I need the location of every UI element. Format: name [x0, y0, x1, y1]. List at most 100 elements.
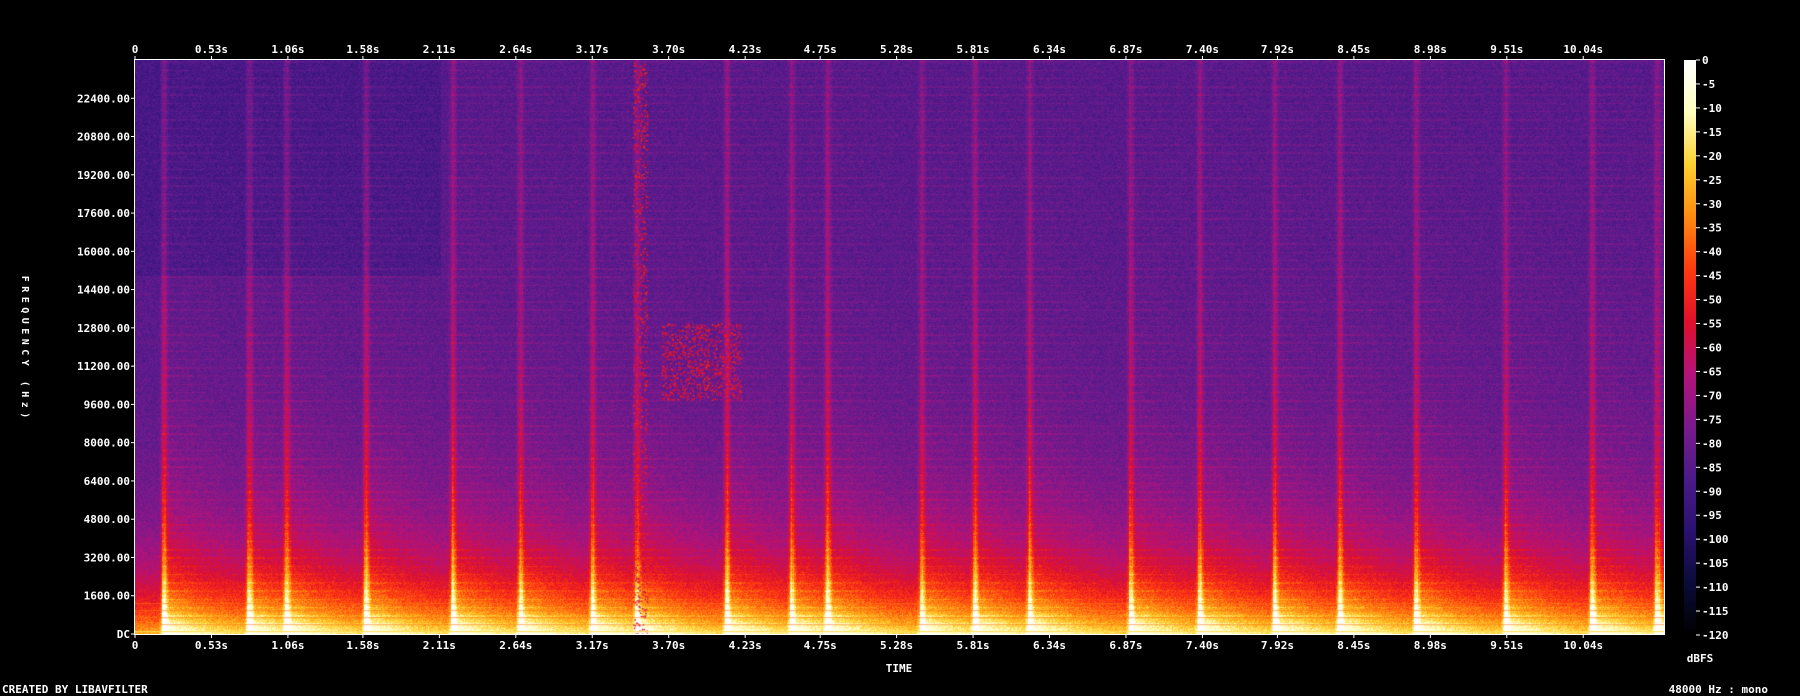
x-tick-label-bottom: 1.06s: [271, 639, 304, 652]
colorbar-tick-label: -20: [1702, 150, 1722, 163]
x-tick-label-bottom: 0: [132, 639, 139, 652]
x-tick-label-top: 0.53s: [195, 43, 228, 56]
y-tick-label: 22400.00: [77, 92, 130, 105]
colorbar-tick-label: -35: [1702, 222, 1722, 235]
colorbar-tick-label: -25: [1702, 174, 1722, 187]
x-tick-label-bottom: 2.64s: [499, 639, 532, 652]
x-tick-label-bottom: 3.17s: [576, 639, 609, 652]
x-axis-bottom: 0 0.53s 1.06s 1.58s 2.11s 2.64s 3.17s 3.70s 4.23…: [132, 634, 1603, 652]
y-axis-label-char: E: [19, 297, 30, 303]
colorbar-tick-label: -5: [1702, 78, 1715, 91]
y-axis-label-char: Y: [19, 360, 30, 366]
spectrogram-svg: 0 0.53s 1.06s 1.58s 2.11s 2.64s 3.17s 3.70s 4.23…: [2, 43, 1769, 696]
colorbar-tick-label: -45: [1702, 270, 1722, 283]
colorbar-tick-label: -105: [1702, 557, 1729, 570]
y-tick-label: 16000.00: [77, 245, 130, 258]
colorbar-tick-label: -65: [1702, 365, 1722, 378]
x-tick-label-top: 8.45s: [1337, 43, 1370, 56]
y-tick-label: 19200.00: [77, 169, 130, 182]
x-tick-label-bottom: 0.53s: [195, 639, 228, 652]
x-tick-label-top: 6.34s: [1033, 43, 1066, 56]
x-tick-label-top: 5.28s: [880, 43, 913, 56]
y-axis-label-char: H: [19, 391, 30, 397]
y-axis-label-char: (: [19, 381, 30, 387]
x-tick-label-bottom: 9.51s: [1490, 639, 1523, 652]
colorbar-tick-label: -75: [1702, 413, 1722, 426]
x-axis-label: TIME: [886, 662, 913, 675]
x-tick-label-bottom: 7.40s: [1186, 639, 1219, 652]
colorbar-tick-label: -50: [1702, 294, 1722, 307]
y-axis-label: FREQUENCY (Hz): [19, 276, 30, 419]
x-tick-label-top: 2.11s: [423, 43, 456, 56]
x-tick-label-top: 8.98s: [1414, 43, 1447, 56]
colorbar-label: dBFS: [1687, 652, 1714, 665]
colorbar-tick-label: -80: [1702, 437, 1722, 450]
x-axis-top: 0 0.53s 1.06s 1.58s 2.11s 2.64s 3.17s 3.70s 4.23…: [132, 43, 1603, 60]
colorbar-tick-label: -110: [1702, 581, 1729, 594]
x-tick-label-top: 5.81s: [957, 43, 990, 56]
colorbar-tick-label: -100: [1702, 533, 1729, 546]
spectrogram-chart: 0 0.53s 1.06s 1.58s 2.11s 2.64s 3.17s 3.70s 4.23…: [0, 0, 1800, 696]
x-tick-label-bottom: 6.87s: [1109, 639, 1142, 652]
y-axis-label-char: N: [19, 339, 30, 345]
y-tick-label: 20800.00: [77, 131, 130, 144]
y-tick-label: 17600.00: [77, 207, 130, 220]
colorbar-tick-label: -10: [1702, 102, 1722, 115]
y-axis-label-char: E: [19, 328, 30, 334]
x-tick-label-top: 2.64s: [499, 43, 532, 56]
x-tick-label-bottom: 5.28s: [880, 639, 913, 652]
x-tick-label-bottom: 8.98s: [1414, 639, 1447, 652]
x-tick-label-top: 0: [132, 43, 139, 56]
x-tick-label-top: 9.51s: [1490, 43, 1523, 56]
colorbar-tick-label: -115: [1702, 605, 1729, 618]
colorbar-axis: 0 -5 -10 -15 -20 -25 -30 -35 -40 -45 -50 -55 -60 -65 -…: [1696, 54, 1729, 642]
x-tick-label-bottom: 6.34s: [1033, 639, 1066, 652]
colorbar-tick-label: -55: [1702, 318, 1722, 331]
x-tick-label-top: 7.92s: [1261, 43, 1294, 56]
y-axis-label-char: R: [19, 286, 30, 293]
x-tick-label-top: 3.17s: [576, 43, 609, 56]
y-tick-label: 9600.00: [84, 398, 130, 411]
y-tick-label: 11200.00: [77, 360, 130, 373]
x-tick-label-bottom: 8.45s: [1337, 639, 1370, 652]
x-tick-label-top: 1.58s: [346, 43, 379, 56]
y-axis-label-char: ): [19, 412, 30, 418]
colorbar-tick-label: -60: [1702, 342, 1722, 355]
x-tick-label-bottom: 4.23s: [729, 639, 762, 652]
x-tick-label-top: 4.75s: [804, 43, 837, 56]
x-tick-label-bottom: 5.81s: [957, 639, 990, 652]
y-tick-label: 1600.00: [84, 590, 130, 603]
x-tick-label-bottom: 2.11s: [423, 639, 456, 652]
y-tick-label: 4800.00: [84, 513, 130, 526]
footer-credit: CREATED BY LIBAVFILTER: [2, 683, 148, 696]
y-tick-label: 6400.00: [84, 475, 130, 488]
y-axis-label-char: Q: [19, 307, 30, 313]
colorbar-tick-label: -95: [1702, 509, 1722, 522]
y-axis: DC 1600.00 3200.00 4800.00 6400.00 8000.00 960…: [77, 92, 135, 641]
x-tick-label-bottom: 4.75s: [804, 639, 837, 652]
y-tick-label: 3200.00: [84, 551, 130, 564]
y-axis-label-char: z: [19, 402, 30, 408]
y-axis-label-char: C: [19, 349, 30, 355]
colorbar-tick-label: -15: [1702, 126, 1722, 139]
colorbar-tick-label: -90: [1702, 485, 1722, 498]
x-tick-label-top: 1.06s: [271, 43, 304, 56]
spectrogram-image: [135, 60, 1664, 634]
x-tick-label-bottom: 7.92s: [1261, 639, 1294, 652]
colorbar-tick-label: 0: [1702, 54, 1709, 67]
colorbar-tick-label: -70: [1702, 389, 1722, 402]
colorbar-tick-label: -120: [1702, 629, 1729, 642]
y-tick-label: 8000.00: [84, 437, 130, 450]
x-tick-label-top: 6.87s: [1109, 43, 1142, 56]
x-tick-label-bottom: 1.58s: [346, 639, 379, 652]
colorbar-tick-label: -30: [1702, 198, 1722, 211]
colorbar: [1684, 60, 1696, 635]
colorbar-tick-label: -40: [1702, 246, 1722, 259]
footer-sample-rate: 48000 Hz : mono: [1669, 683, 1769, 696]
x-tick-label-top: 10.04s: [1563, 43, 1603, 56]
y-axis-label-char: F: [19, 276, 30, 282]
y-tick-label: 12800.00: [77, 322, 130, 335]
x-tick-label-top: 3.70s: [652, 43, 685, 56]
y-axis-label-char: U: [19, 318, 30, 324]
x-tick-label-bottom: 3.70s: [652, 639, 685, 652]
